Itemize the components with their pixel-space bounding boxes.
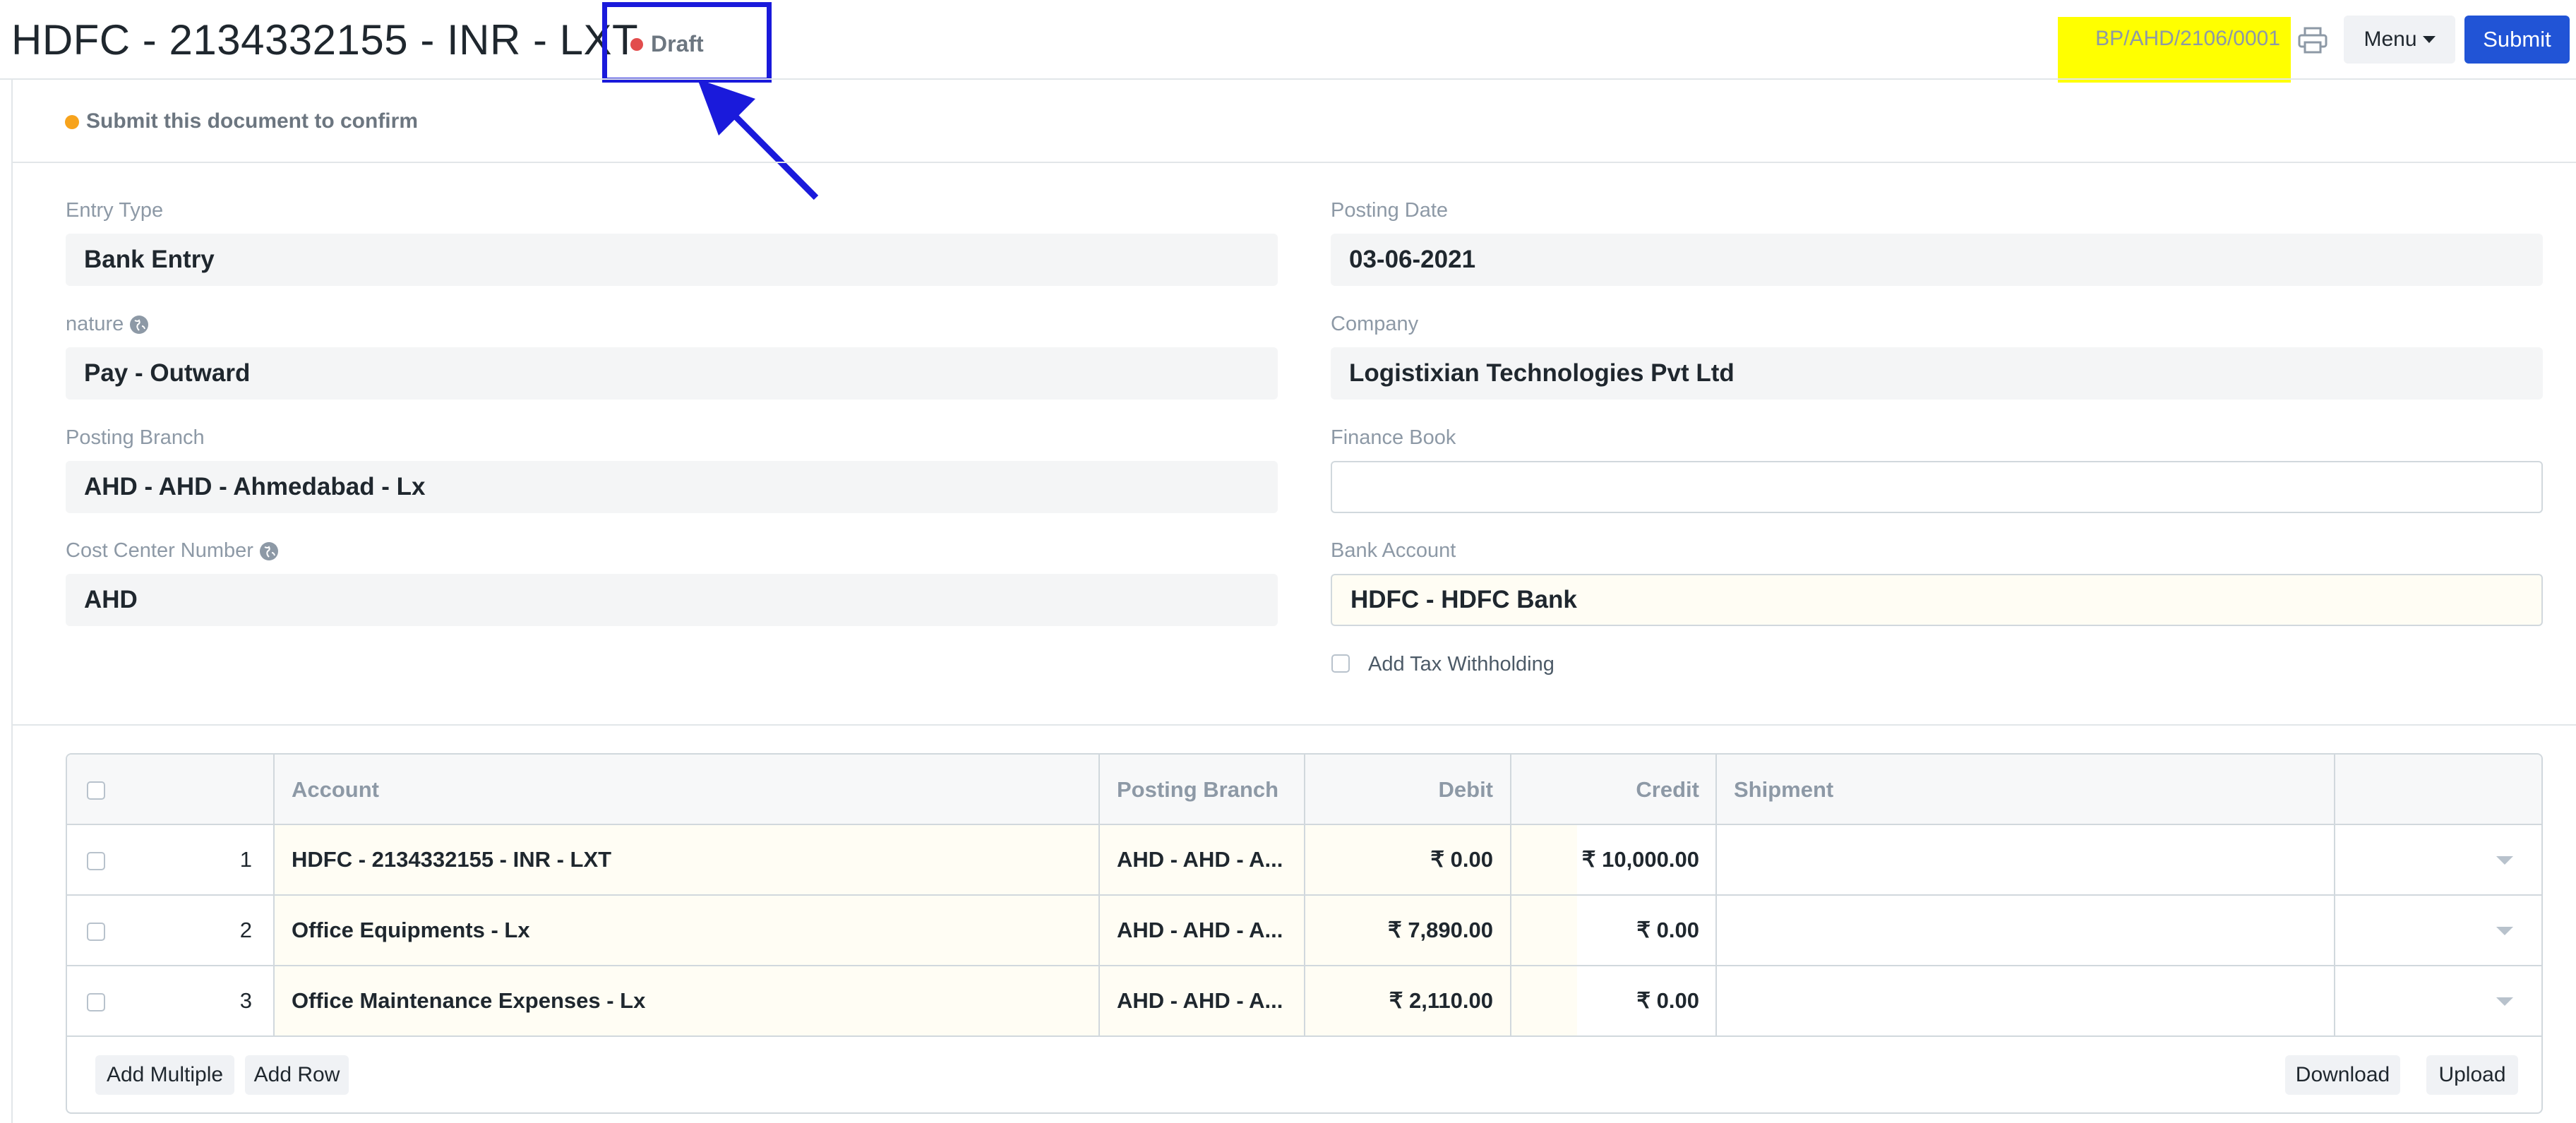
submit-button[interactable]: Submit [2464,16,2570,64]
page-title: HDFC - 2134332155 - INR - LXT [11,16,639,64]
posting-branch-label: Posting Branch [66,426,205,449]
section-divider [11,162,2576,163]
row-account[interactable]: HDFC - 2134332155 - INR - LXT [292,847,611,872]
download-button[interactable]: Download [2285,1055,2400,1095]
column-header-debit: Debit [1438,777,1494,802]
row-debit[interactable]: ₹ 2,110.00 [1317,988,1493,1014]
row-credit[interactable]: ₹ 0.00 [1521,918,1699,943]
row-edit-caret-icon[interactable] [2496,856,2513,865]
cost-center-field[interactable]: AHD [66,574,1278,626]
globe-icon [259,542,278,561]
row-checkbox[interactable] [87,993,105,1011]
column-divider [1715,755,1717,1035]
column-header-posting-branch: Posting Branch [1117,777,1279,802]
menu-label: Menu [2364,28,2417,51]
column-divider [1304,755,1305,1035]
nature-label-text: nature [66,313,124,335]
cost-center-label: Cost Center Number [66,539,279,563]
printer-icon[interactable] [2298,27,2328,54]
status-badge: Draft [651,31,704,56]
row-posting-branch[interactable]: AHD - AHD - A... [1117,847,1283,872]
row-number: 1 [239,847,252,872]
row-checkbox[interactable] [87,923,105,941]
row-debit[interactable]: ₹ 0.00 [1317,847,1493,872]
company-label: Company [1331,313,1419,335]
row-debit[interactable]: ₹ 7,890.00 [1317,918,1493,943]
column-divider [1098,755,1100,1035]
annotation-arrow [697,79,819,200]
submit-notice: Submit this document to confirm [86,109,418,133]
column-divider [2334,755,2335,1035]
column-divider [273,755,275,1035]
menu-button[interactable]: Menu [2344,16,2455,64]
upload-button[interactable]: Upload [2426,1055,2518,1095]
row-posting-branch[interactable]: AHD - AHD - A... [1117,918,1283,943]
row-number: 3 [239,988,252,1013]
column-header-shipment: Shipment [1734,777,1834,802]
row-divider [67,1035,2541,1037]
column-divider [1510,755,1511,1035]
cost-center-label-text: Cost Center Number [66,539,253,562]
globe-icon [130,316,149,335]
entry-type-label: Entry Type [66,199,164,222]
nature-label: nature [66,313,149,336]
bank-account-label: Bank Account [1331,539,1456,562]
row-account[interactable]: Office Maintenance Expenses - Lx [292,988,645,1014]
accounts-table: Account Posting Branch Debit Credit Ship… [66,753,2543,1114]
bank-account-field[interactable]: HDFC - HDFC Bank [1331,574,2543,626]
status-indicator [630,38,643,51]
row-checkbox[interactable] [87,852,105,870]
company-field[interactable]: Logistixian Technologies Pvt Ltd [1331,347,2543,400]
finance-book-field[interactable] [1331,461,2543,513]
nature-field[interactable]: Pay - Outward [66,347,1278,400]
finance-book-label: Finance Book [1331,426,1456,449]
tax-withholding-checkbox[interactable] [1331,654,1350,673]
select-all-checkbox[interactable] [87,781,105,800]
row-credit[interactable]: ₹ 0.00 [1521,988,1699,1014]
add-multiple-button[interactable]: Add Multiple [95,1055,234,1095]
entry-type-field[interactable]: Bank Entry [66,234,1278,286]
caret-down-icon [2422,36,2436,43]
section-divider [11,724,2576,726]
content-border [11,78,13,1123]
notice-indicator [65,115,79,129]
doc-name: BP/AHD/2106/0001 [2095,27,2280,50]
tax-withholding-label: Add Tax Withholding [1368,653,1554,675]
add-row-button[interactable]: Add Row [245,1055,349,1095]
column-header-credit: Credit [1636,777,1699,802]
posting-date-label: Posting Date [1331,199,1449,222]
row-credit[interactable]: ₹ 10,000.00 [1521,847,1699,872]
row-edit-caret-icon[interactable] [2496,997,2513,1006]
row-posting-branch[interactable]: AHD - AHD - A... [1117,988,1283,1014]
column-header-account: Account [292,777,379,802]
row-number: 2 [239,918,252,942]
row-account[interactable]: Office Equipments - Lx [292,918,530,943]
row-edit-caret-icon[interactable] [2496,927,2513,935]
header-divider [0,78,2576,80]
posting-date-field[interactable]: 03-06-2021 [1331,234,2543,286]
posting-branch-field[interactable]: AHD - AHD - Ahmedabad - Lx [66,461,1278,513]
